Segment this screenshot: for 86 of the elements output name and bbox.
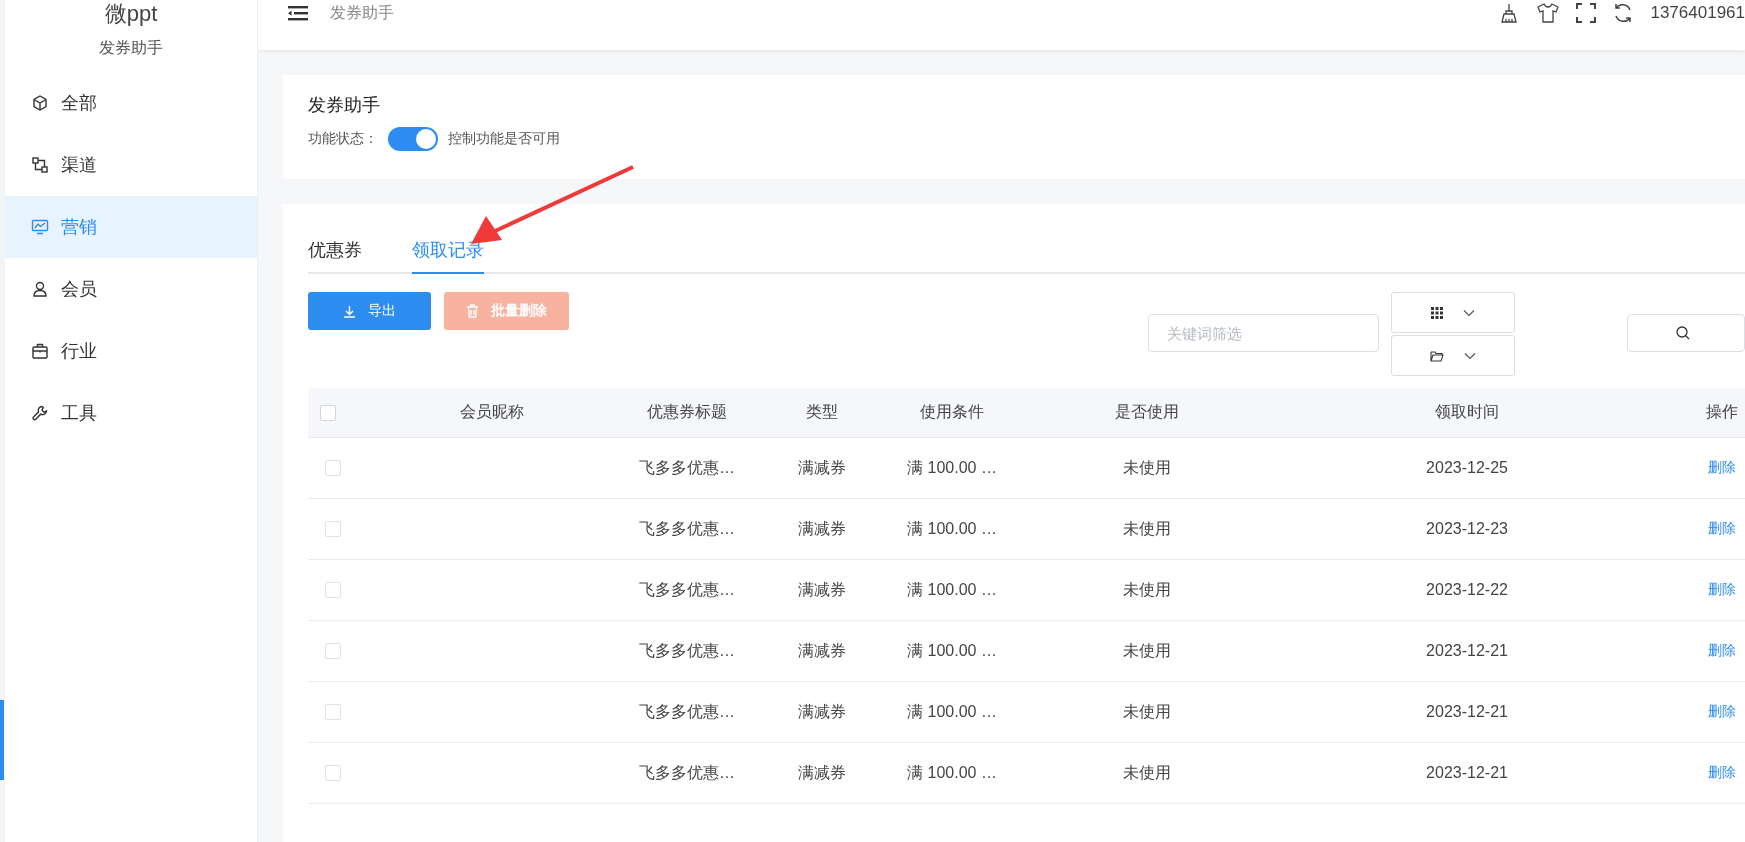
table-cell-text: 满减券	[798, 457, 846, 478]
delete-link[interactable]: 删除	[1708, 764, 1736, 782]
table-cell-text: 飞多多优惠…	[639, 640, 735, 661]
table-cell-text: 满减券	[798, 579, 846, 600]
column-header: 是否使用	[1115, 402, 1179, 422]
select-all-checkbox[interactable]	[320, 404, 336, 421]
table-cell-text: 飞多多优惠…	[639, 518, 735, 539]
table-cell: 2023-12-21	[1426, 703, 1508, 721]
table-cell-text: 未使用	[1123, 762, 1171, 783]
table-cell: 2023-12-21	[1426, 642, 1508, 660]
table-cell-text: 未使用	[1123, 640, 1171, 661]
table-cell-text: 未使用	[1123, 518, 1171, 539]
export-button[interactable]: 导出	[308, 292, 431, 330]
column-header: 操作	[1706, 402, 1738, 422]
column-select-dropdown[interactable]	[1390, 292, 1515, 333]
column-header: 领取时间	[1435, 402, 1499, 422]
column-header: 优惠券标题	[647, 402, 727, 422]
table-cell-text: 未使用	[1123, 457, 1171, 478]
user-name[interactable]: 1376401961	[1650, 3, 1745, 23]
cube-icon	[31, 94, 49, 112]
caret-icon	[1462, 308, 1475, 317]
menu-icon[interactable]	[288, 5, 308, 21]
row-checkbox[interactable]	[325, 521, 341, 537]
feature-title: 发券助手	[308, 94, 381, 117]
caret-icon	[1463, 351, 1476, 360]
table-cell: 2023-12-21	[1426, 764, 1508, 782]
row-checkbox[interactable]	[325, 643, 341, 659]
row-checkbox[interactable]	[325, 704, 341, 720]
tshirt-icon[interactable]	[1536, 2, 1561, 24]
table-cell: 2023-12-25	[1426, 459, 1508, 477]
sidebar-item[interactable]: 会员	[5, 258, 257, 320]
delete-link[interactable]: 删除	[1708, 581, 1736, 599]
folder-icon	[1429, 349, 1444, 362]
table-cell-text: 飞多多优惠…	[639, 457, 735, 478]
status-label: 功能状态：	[308, 130, 378, 148]
table-cell-text: 满减券	[798, 640, 846, 661]
search-button[interactable]	[1626, 314, 1745, 352]
keyword-filter-field[interactable]: 关键词筛选	[1147, 314, 1379, 352]
delete-link[interactable]: 删除	[1708, 703, 1736, 721]
tab[interactable]: 优惠券	[308, 230, 362, 274]
row-checkbox[interactable]	[325, 460, 341, 476]
row-checkbox[interactable]	[325, 582, 341, 598]
sidebar-item[interactable]: 全部	[5, 72, 257, 134]
search-icon	[1675, 326, 1690, 340]
column-header: 类型	[806, 402, 838, 422]
table-cell-text: 飞多多优惠…	[639, 701, 735, 722]
table-cell-text: 未使用	[1123, 701, 1171, 722]
table-cell-text: 满 100.00 …	[907, 762, 997, 783]
table-cell: 2023-12-22	[1426, 581, 1508, 599]
table-cell-text: 满 100.00 …	[907, 701, 997, 722]
nodes-icon	[31, 156, 49, 174]
export-format-dropdown[interactable]	[1390, 335, 1515, 376]
delete-link[interactable]: 删除	[1708, 642, 1736, 660]
table-cell-text: 未使用	[1123, 579, 1171, 600]
fullscreen-icon[interactable]	[1576, 3, 1597, 23]
sidebar-item[interactable]: 行业	[5, 320, 257, 382]
column-header: 会员昵称	[460, 402, 524, 422]
sidebar-item[interactable]: 渠道	[5, 134, 257, 196]
wrench-icon	[31, 404, 49, 422]
table-cell-text: 满 100.00 …	[907, 457, 997, 478]
download-icon	[343, 304, 356, 318]
table-cell-text: 满 100.00 …	[907, 640, 997, 661]
column-header: 使用条件	[920, 402, 984, 422]
app-logo: 微ppt	[103, 0, 159, 28]
table-cell-text: 飞多多优惠…	[639, 762, 735, 783]
row-checkbox[interactable]	[325, 765, 341, 781]
sidebar-item[interactable]: 工具	[5, 382, 257, 444]
status-hint: 控制功能是否可用	[448, 130, 560, 148]
briefcase-icon	[31, 342, 49, 360]
app-subtitle: 发券助手	[98, 38, 164, 58]
table-cell-text: 满 100.00 …	[907, 518, 997, 539]
table-cell-text: 飞多多优惠…	[639, 579, 735, 600]
delete-link[interactable]: 删除	[1708, 459, 1736, 477]
table-cell-text: 满 100.00 …	[907, 579, 997, 600]
table-cell: 2023-12-23	[1426, 520, 1508, 538]
delete-link[interactable]: 删除	[1708, 520, 1736, 538]
user-icon	[31, 280, 49, 298]
breadcrumb: 发券助手	[330, 2, 394, 23]
table-cell-text: 满减券	[798, 762, 846, 783]
chart-monitor-icon	[31, 218, 49, 236]
table-cell-text: 满减券	[798, 701, 846, 722]
table-cell-text: 满减券	[798, 518, 846, 539]
trash-icon	[466, 304, 479, 318]
grid-icon	[1430, 306, 1443, 319]
sidebar-item[interactable]: 营销	[5, 196, 257, 258]
toggle-switch[interactable]	[388, 127, 438, 151]
